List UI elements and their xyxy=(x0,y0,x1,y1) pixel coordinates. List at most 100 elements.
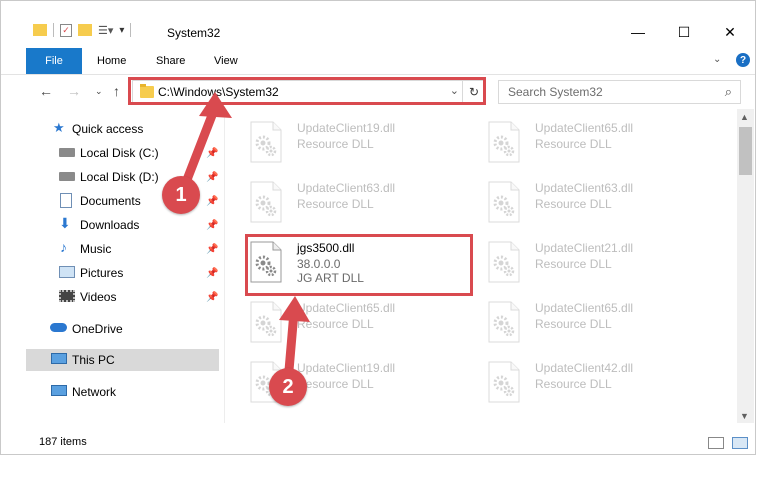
sidebar-item-label: OneDrive xyxy=(72,322,123,336)
file-name: UpdateClient65.dll xyxy=(535,121,634,135)
tab-file[interactable]: File xyxy=(26,48,82,74)
file-highlight-box xyxy=(245,234,473,296)
sidebar-item-this-pc[interactable]: This PC xyxy=(26,349,219,371)
pane-divider xyxy=(224,109,225,423)
file-type: Resource DLL xyxy=(297,377,374,391)
sidebar-item-label: Quick access xyxy=(72,122,144,136)
file-item[interactable]: UpdateClient19.dll Resource DLL xyxy=(239,115,459,171)
tab-share[interactable]: Share xyxy=(156,48,185,74)
file-name: UpdateClient65.dll xyxy=(535,301,634,315)
network-icon xyxy=(51,385,67,396)
tab-home[interactable]: Home xyxy=(97,48,126,74)
tab-view[interactable]: View xyxy=(214,48,238,74)
vertical-scrollbar[interactable]: ▲ ▼ xyxy=(737,109,754,423)
customize-icon[interactable]: ☰▾ xyxy=(98,24,113,37)
pin-icon[interactable]: 📌 xyxy=(206,172,218,183)
toolbar-separator xyxy=(53,23,54,37)
search-box[interactable]: Search System32 ⌕ xyxy=(498,80,741,104)
pin-icon[interactable]: 📌 xyxy=(206,220,218,231)
search-icon[interactable]: ⌕ xyxy=(725,84,732,100)
dll-file-icon xyxy=(487,121,521,163)
file-type: Resource DLL xyxy=(297,137,374,151)
dll-file-icon xyxy=(487,361,521,403)
pin-icon[interactable]: 📌 xyxy=(206,196,218,207)
file-item[interactable]: UpdateClient63.dll Resource DLL xyxy=(239,175,459,231)
minimize-button[interactable]: — xyxy=(615,19,661,45)
step-marker-1: 1 xyxy=(162,176,200,214)
file-name: UpdateClient19.dll xyxy=(297,361,396,375)
sidebar-item-quick-access[interactable]: ★ Quick access xyxy=(26,118,219,140)
maximize-button[interactable]: ☐ xyxy=(661,19,707,45)
title-bar: ✓ ☰▾ ▾ System32 — ☐ ✕ xyxy=(1,1,755,45)
sidebar-item-music[interactable]: ♪ Music 📌 xyxy=(26,238,219,260)
file-name: UpdateClient65.dll xyxy=(297,301,396,315)
file-item[interactable]: UpdateClient21.dll Resource DLL xyxy=(477,235,697,291)
file-type: Resource DLL xyxy=(535,317,612,331)
recent-locations-icon[interactable]: ⌄ xyxy=(95,86,103,97)
sidebar-item-label: Music xyxy=(80,242,112,256)
file-item[interactable]: UpdateClient65.dll Resource DLL xyxy=(477,295,697,351)
sidebar-item-label: Pictures xyxy=(80,266,124,280)
sidebar-item-label: Network xyxy=(72,385,117,399)
pin-icon[interactable]: 📌 xyxy=(206,268,218,279)
sidebar-item-label: Videos xyxy=(80,290,117,304)
documents-icon xyxy=(60,193,72,208)
file-item[interactable]: UpdateClient63.dll Resource DLL xyxy=(477,175,697,231)
dll-file-icon xyxy=(249,301,283,343)
up-arrow-icon[interactable]: ↑ xyxy=(113,83,120,99)
sidebar-item-label: This PC xyxy=(72,353,115,367)
dll-file-icon xyxy=(487,181,521,223)
search-placeholder[interactable]: Search System32 xyxy=(508,85,603,99)
sidebar-item-videos[interactable]: Videos 📌 xyxy=(26,286,219,308)
file-type: Resource DLL xyxy=(535,197,612,211)
toolbar-separator xyxy=(130,23,132,37)
file-type: Resource DLL xyxy=(297,317,374,331)
folder-icon xyxy=(33,24,47,36)
sidebar-item-label: Downloads xyxy=(80,218,140,232)
dll-file-icon xyxy=(487,241,521,283)
large-icons-view-icon[interactable] xyxy=(732,437,748,449)
close-button[interactable]: ✕ xyxy=(707,19,753,45)
file-item[interactable]: UpdateClient42.dll Resource DLL xyxy=(477,355,697,411)
quick-access-toolbar: ✓ ☰▾ ▾ xyxy=(33,23,132,37)
properties-icon[interactable]: ✓ xyxy=(60,23,72,37)
dll-file-icon xyxy=(487,301,521,343)
drive-icon xyxy=(59,148,75,157)
file-name: UpdateClient19.dll xyxy=(297,121,396,135)
videos-icon xyxy=(59,290,75,302)
step-marker-2: 2 xyxy=(269,368,307,406)
file-item[interactable]: UpdateClient65.dll Resource DLL xyxy=(239,295,459,351)
help-icon[interactable]: ? xyxy=(736,53,750,67)
qat-dropdown-icon[interactable]: ▾ xyxy=(119,25,124,36)
scrollbar-thumb[interactable] xyxy=(739,127,752,175)
forward-arrow-icon[interactable]: → xyxy=(67,83,81,99)
details-view-icon[interactable] xyxy=(708,437,724,449)
file-name: UpdateClient63.dll xyxy=(535,181,634,195)
file-name: UpdateClient21.dll xyxy=(535,241,634,255)
file-item[interactable]: UpdateClient65.dll Resource DLL xyxy=(477,115,697,171)
explorer-window: ✓ ☰▾ ▾ System32 — ☐ ✕ File Home Share Vi… xyxy=(0,0,756,455)
dll-file-icon xyxy=(249,121,283,163)
file-type: Resource DLL xyxy=(535,257,612,271)
sidebar-item-downloads[interactable]: ⬇ Downloads 📌 xyxy=(26,214,219,236)
scroll-down-icon[interactable]: ▼ xyxy=(740,411,749,421)
drive-icon xyxy=(59,172,75,181)
download-icon: ⬇ xyxy=(59,215,71,231)
sidebar-item-label: Local Disk (C:) xyxy=(80,146,159,160)
back-arrow-icon[interactable]: ← xyxy=(39,83,53,99)
star-icon: ★ xyxy=(53,120,65,135)
pin-icon[interactable]: 📌 xyxy=(206,148,218,159)
sidebar-item-local-disk-c[interactable]: Local Disk (C:) 📌 xyxy=(26,142,219,164)
sidebar-item-onedrive[interactable]: OneDrive xyxy=(26,318,219,340)
ribbon-expand-icon[interactable]: ⌄ xyxy=(713,54,721,65)
computer-icon xyxy=(51,353,67,364)
window-title: System32 xyxy=(167,26,221,40)
sidebar-item-network[interactable]: Network xyxy=(26,381,219,403)
pin-icon[interactable]: 📌 xyxy=(206,292,218,303)
pin-icon[interactable]: 📌 xyxy=(206,244,218,255)
status-bar: 187 items xyxy=(1,431,755,454)
file-name: UpdateClient63.dll xyxy=(297,181,396,195)
scroll-up-icon[interactable]: ▲ xyxy=(740,112,749,122)
new-folder-icon[interactable] xyxy=(78,24,92,36)
sidebar-item-pictures[interactable]: Pictures 📌 xyxy=(26,262,219,284)
